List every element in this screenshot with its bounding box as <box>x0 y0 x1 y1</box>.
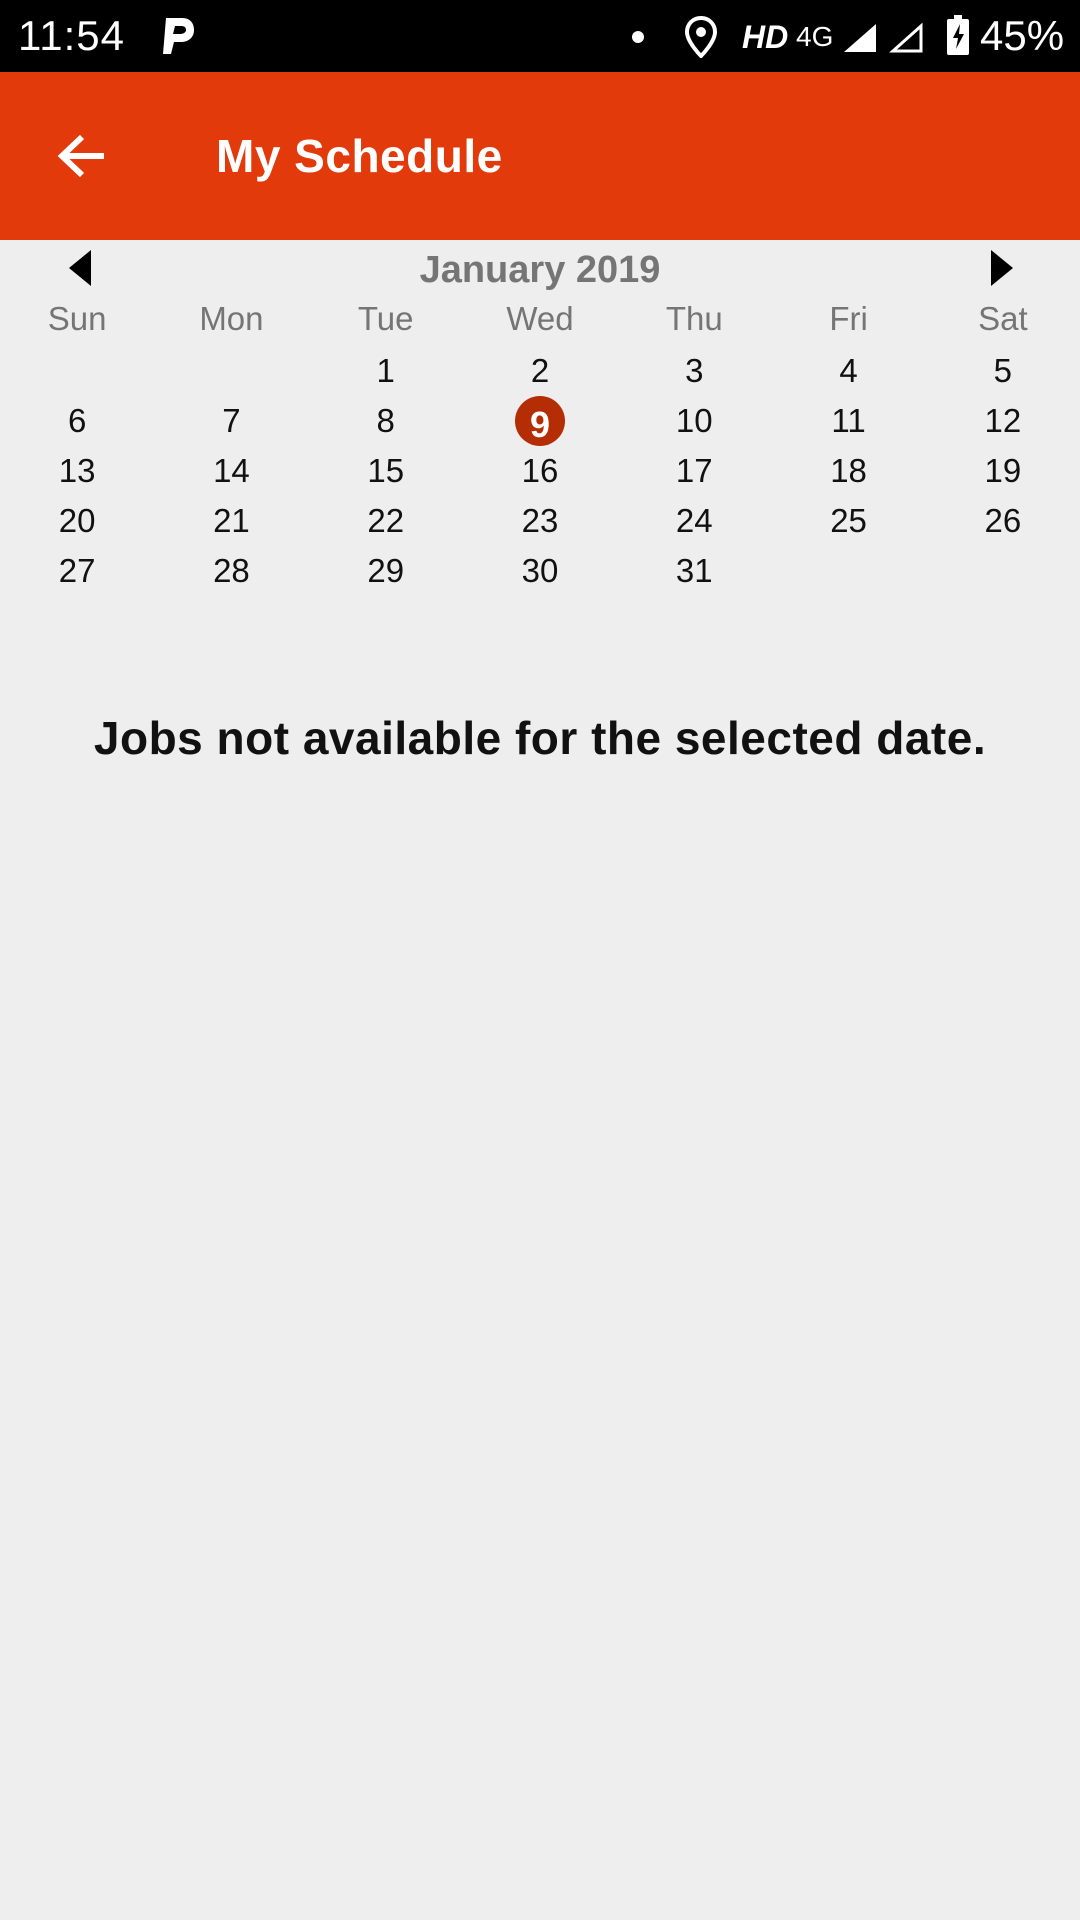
calendar-day-number: 25 <box>830 502 867 539</box>
no-jobs-message: Jobs not available for the selected date… <box>93 712 987 764</box>
signal-icon <box>844 24 876 52</box>
calendar-day-number: 7 <box>222 402 241 439</box>
calendar-day[interactable]: 25 <box>771 496 925 546</box>
calendar-day-number: 24 <box>675 502 713 539</box>
calendar-day-number: 16 <box>521 452 559 489</box>
calendar-day-number: 4 <box>839 352 858 389</box>
calendar-empty-cell <box>0 346 154 396</box>
calendar-day[interactable]: 17 <box>617 446 771 496</box>
calendar-day[interactable]: 27 <box>0 546 154 596</box>
calendar-day[interactable]: 10 <box>617 396 771 446</box>
calendar-day[interactable]: 23 <box>463 496 617 546</box>
calendar-day[interactable]: 12 <box>926 396 1080 446</box>
notification-dot-icon <box>632 31 644 43</box>
calendar-day-number: 10 <box>675 402 713 439</box>
calendar-day-number: 21 <box>213 502 250 539</box>
calendar-day[interactable]: 14 <box>154 446 308 496</box>
calendar-day-selected[interactable]: 9 <box>463 396 617 446</box>
triangle-right-icon <box>991 250 1013 286</box>
next-month-button[interactable] <box>972 240 1032 296</box>
calendar-day-number: 30 <box>521 552 559 589</box>
calendar-day-number: 13 <box>58 452 96 489</box>
calendar-day[interactable]: 31 <box>617 546 771 596</box>
calendar-day[interactable]: 16 <box>463 446 617 496</box>
calendar-header: January 2019 <box>0 240 1080 300</box>
calendar-day[interactable]: 29 <box>309 546 463 596</box>
calendar-day[interactable]: 30 <box>463 546 617 596</box>
calendar-empty-cell <box>154 346 308 396</box>
weekday-label: Thu <box>665 300 723 337</box>
calendar-day-number: 11 <box>831 402 866 439</box>
calendar-day-number: 26 <box>984 502 1022 539</box>
calendar-day-number: 15 <box>367 452 405 489</box>
calendar-day[interactable]: 18 <box>771 446 925 496</box>
status-time: 11:54 <box>18 12 125 59</box>
calendar-day-number: 31 <box>675 552 713 589</box>
calendar-day-number: 22 <box>367 502 405 539</box>
weekday-header-row: Sun Mon Tue Wed Thu Fri Sat <box>0 294 1080 344</box>
weekday-label: Tue <box>357 300 414 337</box>
status-bar: 11:54 HD 4G 45% <box>0 0 1080 72</box>
calendar-day[interactable]: 28 <box>154 546 308 596</box>
calendar-day-number: 19 <box>984 452 1022 489</box>
calendar-day-number: 3 <box>685 352 704 389</box>
back-button[interactable] <box>40 114 124 198</box>
calendar-day[interactable]: 26 <box>926 496 1080 546</box>
calendar-day[interactable]: 3 <box>617 346 771 396</box>
weekday-label: Sat <box>978 300 1028 337</box>
hd-label: HD <box>742 19 789 55</box>
calendar-day[interactable]: 2 <box>463 346 617 396</box>
app-bar: My Schedule <box>0 72 1080 240</box>
calendar-day[interactable]: 11 <box>771 396 925 446</box>
calendar-day-number: 14 <box>213 452 250 489</box>
calendar-day-number: 5 <box>993 352 1013 389</box>
calendar-day[interactable]: 20 <box>0 496 154 546</box>
calendar-day[interactable]: 22 <box>309 496 463 546</box>
calendar-day-number: 18 <box>830 452 867 489</box>
calendar-day-number: 1 <box>376 352 395 389</box>
calendar-day-number: 23 <box>521 502 559 539</box>
calendar-empty-cell <box>771 546 925 596</box>
calendar-day-number: 6 <box>67 402 87 439</box>
calendar-day[interactable]: 7 <box>154 396 308 446</box>
calendar-day[interactable]: 15 <box>309 446 463 496</box>
calendar-day[interactable]: 8 <box>309 396 463 446</box>
calendar-day[interactable]: 6 <box>0 396 154 446</box>
weekday-label: Mon <box>199 300 264 337</box>
calendar-day[interactable]: 13 <box>0 446 154 496</box>
calendar-days-grid: 1 2 3 4 5 6 7 8 9 10 11 12 13 14 15 16 17 18 19 20 21 22 23 24 2… <box>0 346 1080 596</box>
network-type-label: 4G <box>796 21 834 52</box>
calendar-day-number: 2 <box>530 352 550 389</box>
calendar-day[interactable]: 19 <box>926 446 1080 496</box>
battery-percent: 45% <box>980 12 1065 59</box>
arrow-left-icon <box>57 134 104 178</box>
parking-p-icon <box>163 18 194 54</box>
battery-charging-icon <box>947 15 969 55</box>
calendar-day[interactable]: 21 <box>154 496 308 546</box>
month-title: January 2019 <box>419 249 661 291</box>
location-icon <box>684 16 718 58</box>
calendar-day-number: 8 <box>376 402 395 439</box>
calendar-day[interactable]: 24 <box>617 496 771 546</box>
calendar: January 2019 Sun Mon Tue Wed Thu Fri Sat… <box>0 240 1080 600</box>
weekday-label: Wed <box>506 300 574 337</box>
calendar-day[interactable]: 5 <box>926 346 1080 396</box>
page-title: My Schedule <box>216 130 503 182</box>
weekday-label: Sun <box>47 300 107 337</box>
calendar-empty-cell <box>926 546 1080 596</box>
calendar-day-number: 9 <box>514 396 565 446</box>
calendar-day-number: 27 <box>58 552 96 589</box>
calendar-day[interactable]: 4 <box>771 346 925 396</box>
calendar-day-number: 29 <box>367 552 405 589</box>
calendar-day-number: 20 <box>58 502 96 539</box>
calendar-day-number: 12 <box>984 402 1022 439</box>
signal-empty-icon <box>889 22 923 53</box>
weekday-label: Fri <box>829 300 868 337</box>
calendar-day[interactable]: 1 <box>309 346 463 396</box>
calendar-day-number: 28 <box>213 552 250 589</box>
calendar-day-number: 17 <box>675 452 713 489</box>
